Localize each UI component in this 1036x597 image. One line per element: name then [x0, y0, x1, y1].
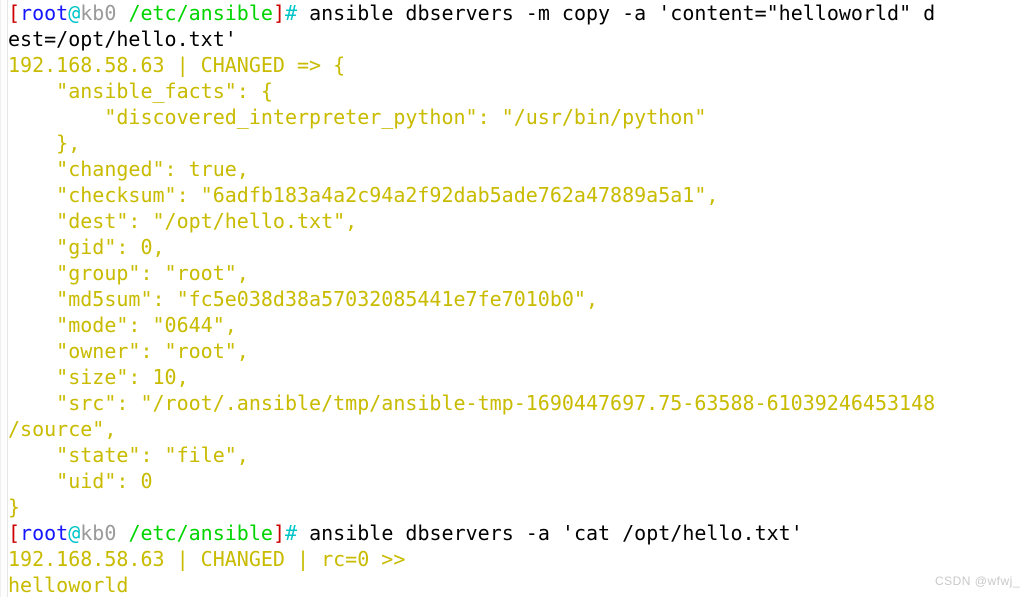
- terminal-output-text: "changed": true,: [8, 157, 249, 181]
- terminal-output-line: "state": "file",: [8, 442, 1036, 468]
- terminal-output-line: "group": "root",: [8, 260, 1036, 286]
- prompt-cwd: /etc/ansible: [128, 1, 273, 25]
- prompt-host: kb0: [80, 521, 117, 545]
- terminal-output-text: "uid": 0: [8, 469, 153, 493]
- terminal-output-line: "checksum": "6adfb183a4a2c94a2f92dab5ade…: [8, 182, 1036, 208]
- prompt-bracket-open: [: [8, 1, 21, 25]
- terminal-output-line: "gid": 0,: [8, 234, 1036, 260]
- terminal-output-text: helloworld: [8, 573, 129, 597]
- terminal-command-text: est=/opt/hello.txt': [8, 27, 237, 51]
- terminal-prompt-line: [root@kb0 /etc/ansible]# ansible dbserve…: [8, 0, 1036, 26]
- terminal-command-wrap-line: est=/opt/hello.txt': [8, 26, 1036, 52]
- terminal-output-text: "owner": "root",: [8, 339, 249, 363]
- terminal-output-line: "mode": "0644",: [8, 312, 1036, 338]
- terminal-output-text: },: [8, 131, 81, 155]
- terminal-output-line: },: [8, 130, 1036, 156]
- terminal-output-line: "md5sum": "fc5e038d38a57032085441e7fe701…: [8, 286, 1036, 312]
- terminal-output-line: "owner": "root",: [8, 338, 1036, 364]
- terminal-output-line: "src": "/root/.ansible/tmp/ansible-tmp-1…: [8, 390, 1036, 416]
- prompt-user: root: [20, 521, 69, 545]
- terminal-output-line: "ansible_facts": {: [8, 78, 1036, 104]
- terminal-output-line: "size": 10,: [8, 364, 1036, 390]
- terminal-output-text: "md5sum": "fc5e038d38a57032085441e7fe701…: [8, 287, 599, 311]
- prompt-at-icon: @: [68, 521, 81, 545]
- terminal-output-line: /source",: [8, 416, 1036, 442]
- terminal-output-text: "discovered_interpreter_python": "/usr/b…: [8, 105, 707, 129]
- terminal-output-text: "size": 10,: [8, 365, 189, 389]
- prompt-bracket-open: [: [8, 521, 21, 545]
- terminal-output-text: }: [8, 495, 21, 519]
- terminal-output-text: "gid": 0,: [8, 235, 165, 259]
- terminal-output-line: 192.168.58.63 | CHANGED => {: [8, 52, 1036, 78]
- prompt-bracket-close: ]: [272, 521, 285, 545]
- prompt-user: root: [20, 1, 69, 25]
- terminal-command-text: ansible dbservers -m copy -a 'content="h…: [297, 1, 936, 25]
- csdn-watermark: CSDN @wfwj_: [934, 574, 1020, 588]
- terminal-prompt-line: [root@kb0 /etc/ansible]# ansible dbserve…: [8, 520, 1036, 546]
- terminal-output-line: "uid": 0: [8, 468, 1036, 494]
- terminal-scroll-gutter[interactable]: [0, 0, 8, 597]
- terminal-output-line: "changed": true,: [8, 156, 1036, 182]
- terminal-output-text: "state": "file",: [8, 443, 249, 467]
- terminal-command-text: ansible dbservers -a 'cat /opt/hello.txt…: [297, 521, 803, 545]
- terminal-output-text: "ansible_facts": {: [8, 79, 273, 103]
- prompt-sigil: #: [284, 1, 298, 25]
- terminal-window[interactable]: [root@kb0 /etc/ansible]# ansible dbserve…: [0, 0, 1036, 597]
- terminal-output-line: "discovered_interpreter_python": "/usr/b…: [8, 104, 1036, 130]
- terminal-output-line: 192.168.58.63 | CHANGED | rc=0 >>: [8, 546, 1036, 572]
- terminal-output-text: 192.168.58.63 | CHANGED => {: [8, 53, 346, 77]
- terminal-output-text: "dest": "/opt/hello.txt",: [8, 209, 358, 233]
- terminal-output-text: /source",: [8, 417, 117, 441]
- terminal-output-text: "group": "root",: [8, 261, 249, 285]
- terminal-output-text: "src": "/root/.ansible/tmp/ansible-tmp-1…: [8, 391, 936, 415]
- prompt-at-icon: @: [68, 1, 81, 25]
- terminal-output-line: helloworld: [8, 572, 1036, 597]
- terminal-output-text: "checksum": "6adfb183a4a2c94a2f92dab5ade…: [8, 183, 719, 207]
- prompt-host: kb0: [80, 1, 117, 25]
- prompt-cwd: /etc/ansible: [128, 521, 273, 545]
- prompt-sigil: #: [284, 521, 298, 545]
- terminal-output-line: }: [8, 494, 1036, 520]
- terminal-output-text: "mode": "0644",: [8, 313, 237, 337]
- terminal-output-line: "dest": "/opt/hello.txt",: [8, 208, 1036, 234]
- prompt-bracket-close: ]: [272, 1, 285, 25]
- terminal-screen[interactable]: [root@kb0 /etc/ansible]# ansible dbserve…: [8, 0, 1036, 597]
- terminal-output-text: 192.168.58.63 | CHANGED | rc=0 >>: [8, 547, 406, 571]
